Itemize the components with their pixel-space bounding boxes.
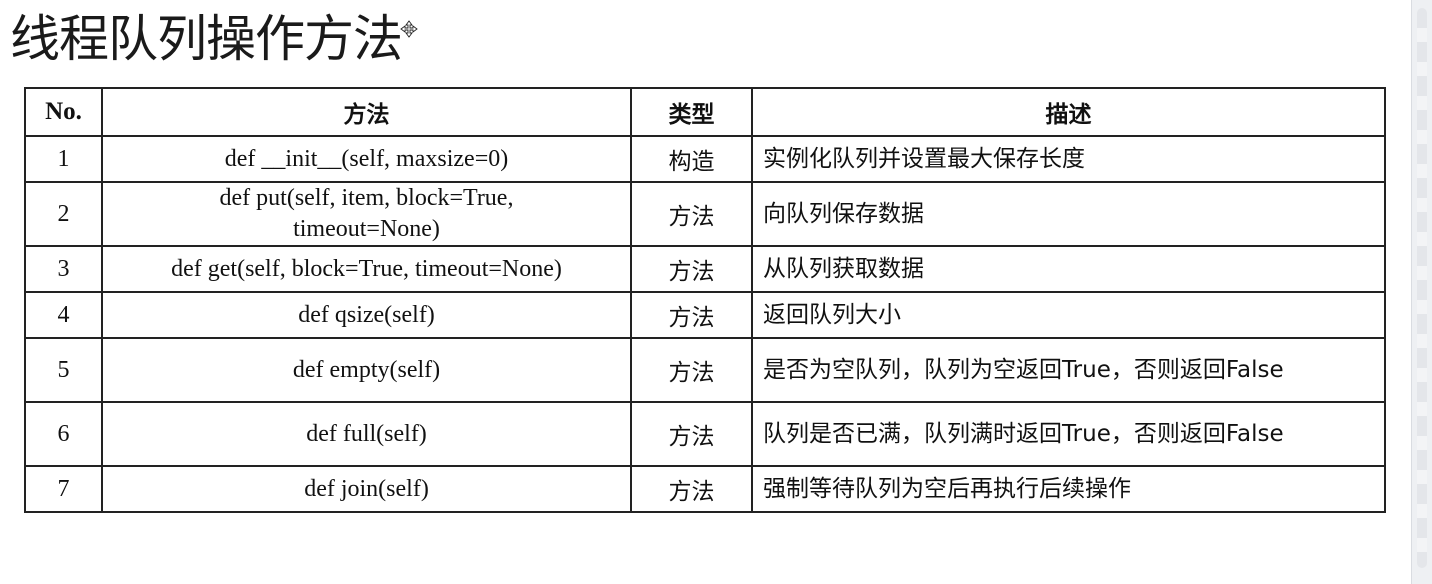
header-method: 方法 bbox=[101, 87, 632, 137]
row-description: 从队列获取数据 bbox=[751, 245, 1386, 293]
row-type: 方法 bbox=[630, 291, 753, 339]
header-description: 描述 bbox=[751, 87, 1386, 137]
row-number: 2 bbox=[24, 181, 103, 247]
row-number: 1 bbox=[24, 135, 103, 183]
table-row: 5 def empty(self) 方法 是否为空队列，队列为空返回True，否… bbox=[24, 337, 1386, 403]
table-row: 6 def full(self) 方法 队列是否已满，队列满时返回True，否则… bbox=[24, 401, 1386, 467]
row-method: def __init__(self, maxsize=0) bbox=[101, 135, 632, 183]
row-number: 5 bbox=[24, 337, 103, 403]
row-description: 向队列保存数据 bbox=[751, 181, 1386, 247]
row-number: 4 bbox=[24, 291, 103, 339]
header-no: No. bbox=[24, 87, 103, 137]
methods-table: No. 方法 类型 描述 1 def __init__(self, maxsiz… bbox=[24, 87, 1386, 513]
page-title: 线程队列操作方法 bbox=[10, 10, 403, 68]
row-method: def get(self, block=True, timeout=None) bbox=[101, 245, 632, 293]
table-row: 4 def qsize(self) 方法 返回队列大小 bbox=[24, 291, 1386, 339]
row-method: def full(self) bbox=[101, 401, 632, 467]
row-method: def empty(self) bbox=[101, 337, 632, 403]
table-row: 2 def put(self, item, block=True, timeou… bbox=[24, 181, 1386, 247]
row-type: 构造 bbox=[630, 135, 753, 183]
vertical-scrollbar[interactable] bbox=[1411, 0, 1432, 584]
move-cursor-icon bbox=[400, 20, 418, 38]
row-description: 返回队列大小 bbox=[751, 291, 1386, 339]
row-number: 7 bbox=[24, 465, 103, 513]
row-type: 方法 bbox=[630, 337, 753, 403]
scrollbar-thumb[interactable] bbox=[1417, 8, 1427, 568]
row-method: def put(self, item, block=True, timeout=… bbox=[101, 181, 632, 247]
row-type: 方法 bbox=[630, 465, 753, 513]
row-method: def qsize(self) bbox=[101, 291, 632, 339]
row-method: def join(self) bbox=[101, 465, 632, 513]
row-type: 方法 bbox=[630, 245, 753, 293]
row-description: 实例化队列并设置最大保存长度 bbox=[751, 135, 1386, 183]
table-row: 3 def get(self, block=True, timeout=None… bbox=[24, 245, 1386, 293]
table-header-row: No. 方法 类型 描述 bbox=[24, 87, 1386, 137]
row-description: 队列是否已满，队列满时返回True，否则返回False bbox=[751, 401, 1386, 467]
row-number: 3 bbox=[24, 245, 103, 293]
row-description: 是否为空队列，队列为空返回True，否则返回False bbox=[751, 337, 1386, 403]
row-type: 方法 bbox=[630, 181, 753, 247]
table-row: 7 def join(self) 方法 强制等待队列为空后再执行后续操作 bbox=[24, 465, 1386, 513]
row-description: 强制等待队列为空后再执行后续操作 bbox=[751, 465, 1386, 513]
row-number: 6 bbox=[24, 401, 103, 467]
row-type: 方法 bbox=[630, 401, 753, 467]
header-type: 类型 bbox=[630, 87, 753, 137]
table-row: 1 def __init__(self, maxsize=0) 构造 实例化队列… bbox=[24, 135, 1386, 183]
